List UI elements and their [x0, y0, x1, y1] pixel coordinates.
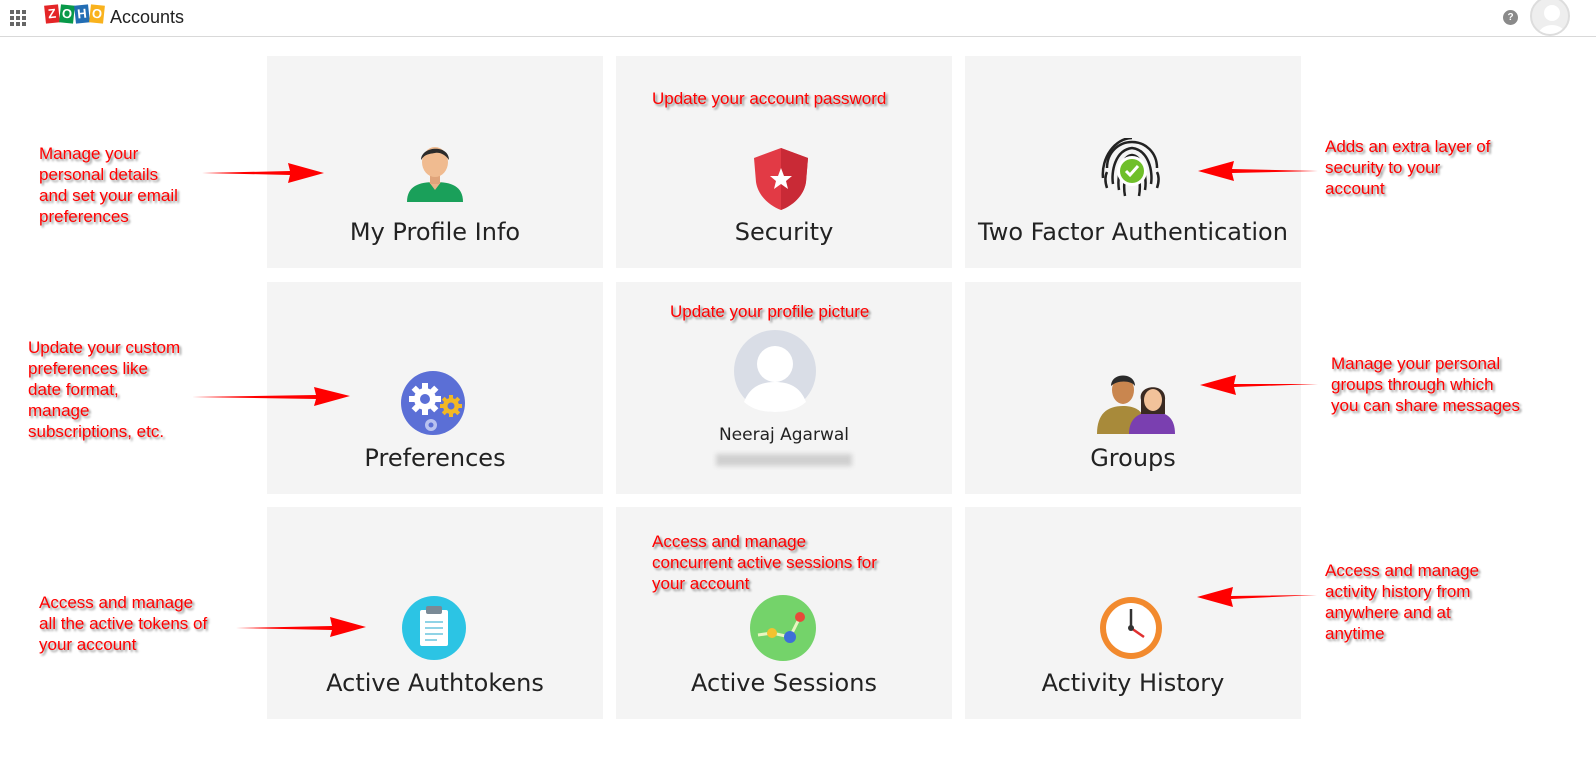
annotation-tfa: Adds an extra layer of security to your …: [1325, 137, 1491, 198]
arrow-right-icon: [192, 387, 350, 406]
logo-letter: H: [74, 4, 90, 24]
logo-letter: Z: [44, 4, 60, 24]
annotation-history: Access and manage activity history from …: [1325, 561, 1480, 643]
user-name: Neeraj Agarwal: [718, 425, 850, 445]
zoho-logo[interactable]: Z O H O: [44, 4, 105, 27]
card-label: My Profile Info: [349, 218, 521, 246]
help-icon[interactable]: ?: [1503, 10, 1518, 25]
logo-letter: O: [59, 4, 75, 24]
network-nodes-icon: [750, 595, 816, 661]
user-avatar-icon: [407, 147, 463, 202]
gears-icon: [401, 371, 465, 435]
card-label: Two Factor Authentication: [978, 218, 1288, 246]
card-activity-history[interactable]: Activity History: [965, 507, 1301, 719]
people-group-icon: [1097, 375, 1175, 434]
card-label: Groups: [1090, 444, 1176, 472]
user-avatar-button[interactable]: [1530, 0, 1570, 36]
annotation-security: Update your account password: [652, 89, 887, 108]
app-grid-icon[interactable]: [10, 10, 26, 26]
card-label: Security: [734, 218, 834, 246]
profile-picture-placeholder[interactable]: [734, 330, 816, 412]
clipboard-icon: [402, 596, 466, 660]
arrow-left-icon: [1198, 161, 1318, 181]
arrow-right-icon: [202, 163, 324, 183]
shield-star-icon: [754, 148, 808, 210]
top-bar: Z O H O Accounts ?: [0, 0, 1596, 37]
card-label: Activity History: [1041, 669, 1225, 697]
annotation-preferences: Update your custom preferences like date…: [28, 338, 181, 441]
annotation-sessions: Access and manage concurrent active sess…: [652, 532, 877, 593]
user-email-redacted: [716, 454, 852, 466]
card-active-authtokens[interactable]: Active Authtokens: [267, 507, 603, 719]
arrow-left-icon: [1200, 375, 1318, 395]
app-title: Accounts: [110, 7, 185, 27]
annotation-authtokens: Access and manage all the active tokens …: [39, 593, 208, 654]
annotation-picture: Update your profile picture: [670, 302, 870, 321]
card-label: Active Sessions: [691, 669, 877, 697]
arrow-left-icon: [1197, 587, 1317, 607]
card-label: Preferences: [364, 444, 506, 472]
logo-letter: O: [89, 4, 105, 24]
fingerprint-check-icon: [1101, 138, 1160, 197]
arrow-right-icon: [236, 617, 366, 637]
annotation-groups: Manage your personal groups through whic…: [1331, 354, 1520, 415]
clock-icon: [1100, 597, 1162, 659]
card-label: Active Authtokens: [326, 669, 544, 697]
annotation-profile: Manage your personal details and set you…: [39, 144, 178, 226]
